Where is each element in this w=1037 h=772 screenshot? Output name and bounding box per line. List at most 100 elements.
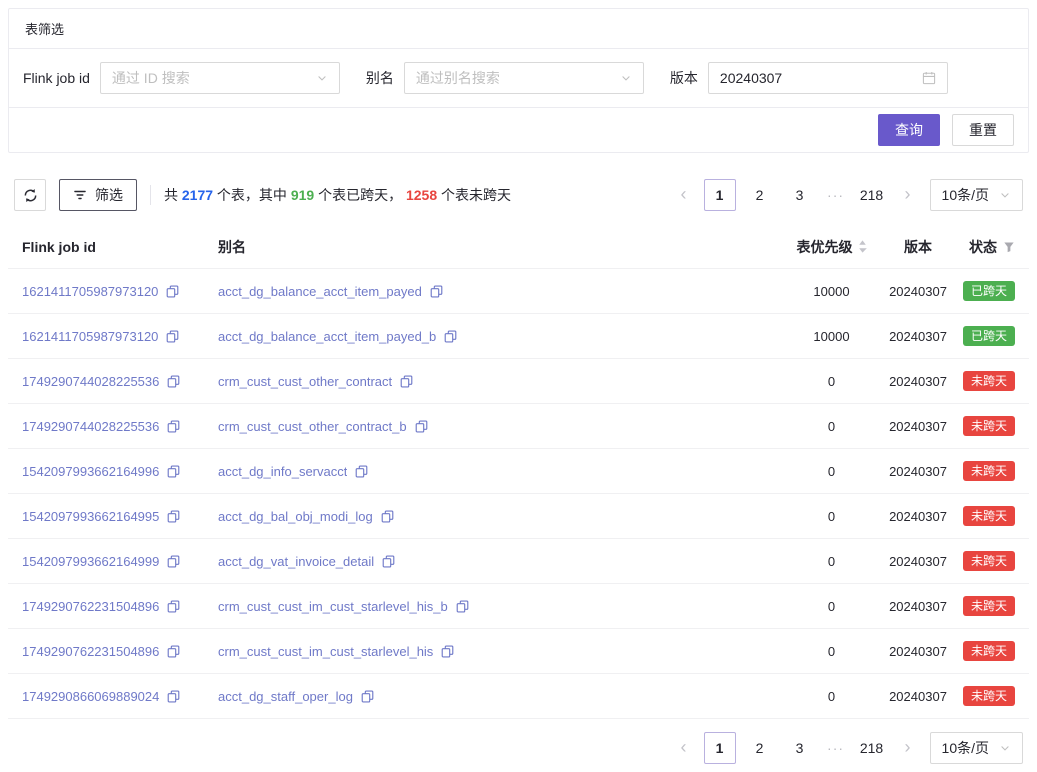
page-button-1[interactable]: 1 (704, 179, 736, 211)
job-id-link[interactable]: 1621411705987973120 (22, 329, 158, 344)
job-id-link[interactable]: 1542097993662164996 (22, 464, 159, 479)
prev-page-button[interactable]: ‹ (672, 732, 696, 764)
alias-input[interactable] (416, 70, 612, 86)
alias-link[interactable]: crm_cust_cust_other_contract_b (218, 419, 407, 434)
flink-job-id-input[interactable] (112, 70, 308, 86)
version-input[interactable] (720, 70, 914, 86)
filter-toggle-button[interactable]: 筛选 (59, 179, 137, 211)
table-row: 1542097993662164999 acct_dg_vat_invoice_… (8, 539, 1029, 584)
reset-button[interactable]: 重置 (952, 114, 1014, 146)
cell-flink-job-id: 1749290744028225536 (22, 419, 218, 434)
alias-link[interactable]: crm_cust_cust_im_cust_starlevel_his_b (218, 599, 448, 614)
job-id-link[interactable]: 1749290762231504896 (22, 599, 159, 614)
bottom-bar: ‹123 ··· 218› 10条/页 (14, 732, 1023, 764)
cell-status: 未跨天 (957, 641, 1015, 661)
copy-icon[interactable] (167, 600, 180, 613)
cell-version: 20240307 (879, 374, 957, 389)
uncrossed-count: 1258 (406, 187, 437, 203)
copy-icon[interactable] (166, 330, 179, 343)
page-button-3[interactable]: 3 (784, 179, 816, 211)
job-id-link[interactable]: 1542097993662164995 (22, 509, 159, 524)
query-button[interactable]: 查询 (878, 114, 940, 146)
col-header-flink-job-id: Flink job id (22, 239, 218, 255)
job-id-link[interactable]: 1542097993662164999 (22, 554, 159, 569)
cell-alias: acct_dg_balance_acct_item_payed (218, 284, 784, 299)
page-size-select[interactable]: 10条/页 (930, 179, 1023, 211)
cell-alias: acct_dg_bal_obj_modi_log (218, 509, 784, 524)
status-badge: 已跨天 (963, 281, 1015, 301)
job-id-link[interactable]: 1749290762231504896 (22, 644, 159, 659)
next-page-button[interactable]: › (896, 732, 920, 764)
alias-link[interactable]: acct_dg_info_servacct (218, 464, 347, 479)
page-button-2[interactable]: 2 (744, 179, 776, 211)
table-row: 1749290744028225536 crm_cust_cust_other_… (8, 359, 1029, 404)
cell-status: 未跨天 (957, 506, 1015, 526)
cell-flink-job-id: 1542097993662164999 (22, 554, 218, 569)
copy-icon[interactable] (441, 645, 454, 658)
copy-icon[interactable] (167, 375, 180, 388)
refresh-button[interactable] (14, 179, 46, 211)
copy-icon[interactable] (444, 330, 457, 343)
alias-select[interactable] (404, 62, 644, 94)
alias-link[interactable]: crm_cust_cust_other_contract (218, 374, 392, 389)
copy-icon[interactable] (166, 285, 179, 298)
copy-icon[interactable] (430, 285, 443, 298)
flink-job-id-select[interactable] (100, 62, 340, 94)
total-count: 2177 (182, 187, 213, 203)
page-button-2[interactable]: 2 (744, 732, 776, 764)
copy-icon[interactable] (167, 420, 180, 433)
cell-flink-job-id: 1749290744028225536 (22, 374, 218, 389)
page-button-3[interactable]: 3 (784, 732, 816, 764)
status-badge: 已跨天 (963, 326, 1015, 346)
cell-status: 未跨天 (957, 686, 1015, 706)
cell-alias: crm_cust_cust_other_contract_b (218, 419, 784, 434)
copy-icon[interactable] (167, 510, 180, 523)
copy-icon[interactable] (167, 690, 180, 703)
page-size-select[interactable]: 10条/页 (930, 732, 1023, 764)
cell-alias: crm_cust_cust_other_contract (218, 374, 784, 389)
prev-page-button[interactable]: ‹ (672, 179, 696, 211)
status-badge: 未跨天 (963, 596, 1015, 616)
col-header-alias: 别名 (218, 237, 784, 257)
job-id-link[interactable]: 1749290744028225536 (22, 419, 159, 434)
alias-link[interactable]: acct_dg_staff_oper_log (218, 689, 353, 704)
alias-link[interactable]: acct_dg_balance_acct_item_payed_b (218, 329, 436, 344)
page-ellipsis[interactable]: ··· (824, 740, 848, 756)
alias-link[interactable]: crm_cust_cust_im_cust_starlevel_his (218, 644, 433, 659)
copy-icon[interactable] (400, 375, 413, 388)
table-row: 1621411705987973120 acct_dg_balance_acct… (8, 269, 1029, 314)
page-button-1[interactable]: 1 (704, 732, 736, 764)
sort-icon[interactable] (858, 240, 867, 253)
cell-status: 未跨天 (957, 416, 1015, 436)
cell-flink-job-id: 1542097993662164995 (22, 509, 218, 524)
copy-icon[interactable] (167, 555, 180, 568)
filter-lines-icon (73, 188, 87, 202)
page-button-218[interactable]: 218 (856, 179, 888, 211)
table-row: 1749290762231504896 crm_cust_cust_im_cus… (8, 584, 1029, 629)
job-id-link[interactable]: 1621411705987973120 (22, 284, 158, 299)
copy-icon[interactable] (355, 465, 368, 478)
copy-icon[interactable] (167, 465, 180, 478)
job-id-link[interactable]: 1749290744028225536 (22, 374, 159, 389)
copy-icon[interactable] (456, 600, 469, 613)
alias-link[interactable]: acct_dg_vat_invoice_detail (218, 554, 374, 569)
version-date-picker[interactable] (708, 62, 948, 94)
copy-icon[interactable] (361, 690, 374, 703)
funnel-filter-icon[interactable] (1003, 241, 1015, 253)
cell-priority: 10000 (784, 329, 879, 344)
page-button-218[interactable]: 218 (856, 732, 888, 764)
next-page-button[interactable]: › (896, 179, 920, 211)
col-header-priority[interactable]: 表优先级 (784, 237, 879, 257)
copy-icon[interactable] (415, 420, 428, 433)
status-badge: 未跨天 (963, 686, 1015, 706)
copy-icon[interactable] (382, 555, 395, 568)
alias-link[interactable]: acct_dg_bal_obj_modi_log (218, 509, 373, 524)
job-id-link[interactable]: 1749290866069889024 (22, 689, 159, 704)
copy-icon[interactable] (381, 510, 394, 523)
alias-link[interactable]: acct_dg_balance_acct_item_payed (218, 284, 422, 299)
page-ellipsis[interactable]: ··· (824, 187, 848, 203)
col-header-status[interactable]: 状态 (957, 237, 1015, 257)
summary-text: 个表，其中 (213, 187, 291, 203)
copy-icon[interactable] (167, 645, 180, 658)
status-badge: 未跨天 (963, 416, 1015, 436)
